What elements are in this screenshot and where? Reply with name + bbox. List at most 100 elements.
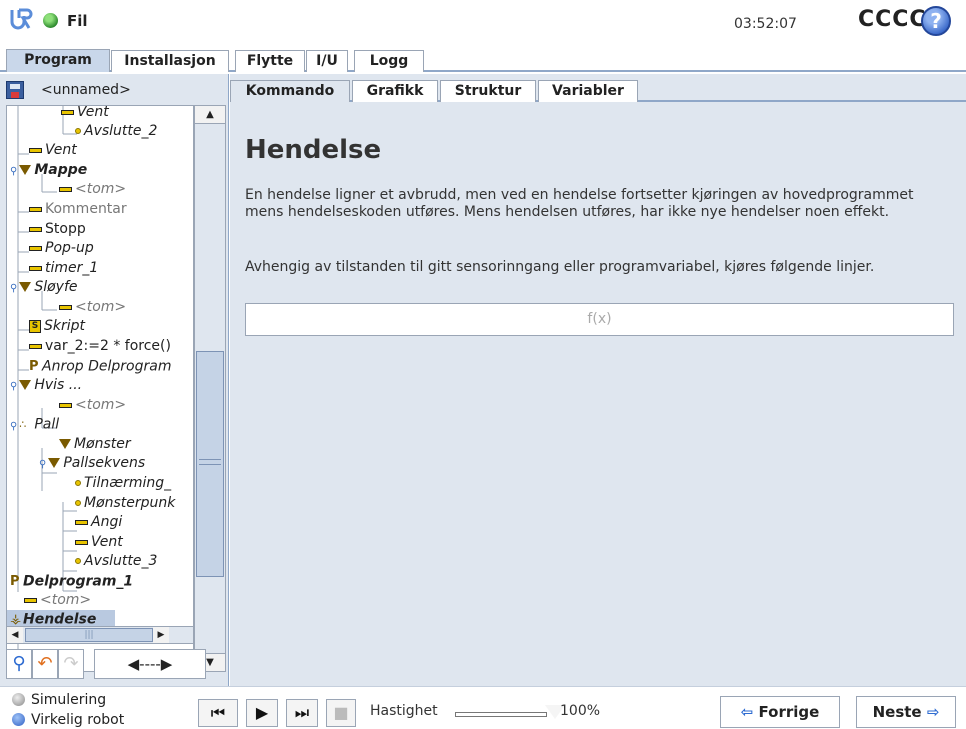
- wait-icon: [29, 147, 42, 153]
- real-robot-option[interactable]: Virkelig robot: [12, 710, 124, 729]
- waypoint-icon: [75, 128, 81, 134]
- tree-node[interactable]: <tom>: [24, 591, 91, 610]
- program-tree-panel: <unnamed> Vent Avslutte_2 Vent ⚲ Mappe <…: [0, 74, 229, 686]
- save-icon[interactable]: [6, 81, 24, 99]
- search-icon[interactable]: ⚲: [6, 649, 32, 679]
- simulation-option[interactable]: Simulering: [12, 690, 106, 710]
- tab-variabler[interactable]: Variabler: [538, 80, 638, 102]
- tree-node[interactable]: <tom>: [59, 180, 126, 199]
- program-header: <unnamed>: [6, 79, 226, 101]
- expand-icon[interactable]: ⚲: [10, 381, 17, 392]
- timer-icon: [29, 265, 42, 271]
- waypoint-icon: [75, 558, 81, 564]
- tab-installasjon[interactable]: Installasjon: [111, 50, 229, 72]
- next-button[interactable]: Neste ⇨: [856, 696, 956, 728]
- comment-icon: [29, 206, 42, 212]
- tree-node[interactable]: ⚲ Hvis ...: [10, 376, 82, 395]
- redo-icon[interactable]: ↷: [58, 649, 84, 679]
- tab-flytte[interactable]: Flytte: [235, 50, 305, 72]
- robot-status-icon: [43, 13, 58, 28]
- radio-off-icon: [12, 693, 25, 706]
- subprogram-call-icon: P: [29, 359, 39, 374]
- tree-node[interactable]: Vent: [29, 141, 77, 160]
- assign-icon: [29, 343, 42, 349]
- scroll-grip: [199, 459, 221, 465]
- tree-node[interactable]: timer_1: [29, 259, 98, 278]
- step-icon[interactable]: ⏭: [286, 699, 318, 727]
- speed-label: Hastighet: [370, 703, 438, 719]
- radio-on-icon: [12, 713, 25, 726]
- folder-icon: [19, 165, 32, 175]
- tab-grafikk[interactable]: Grafikk: [352, 80, 438, 102]
- command-panel: Kommando Grafikk Struktur Variabler Hend…: [230, 74, 966, 686]
- tree-node[interactable]: Angi: [75, 513, 122, 532]
- scroll-right-icon[interactable]: ▶: [153, 627, 169, 643]
- tree-node[interactable]: Mønster: [59, 435, 131, 454]
- skip-to-start-icon[interactable]: ⏮: [198, 699, 238, 727]
- tree-node[interactable]: ⚲ Mappe: [10, 161, 87, 180]
- file-menu[interactable]: Fil: [67, 12, 88, 30]
- tree-node[interactable]: Avslutte_3: [75, 552, 157, 571]
- pallet-icon: ∴: [19, 418, 27, 431]
- undo-icon[interactable]: ↶: [32, 649, 58, 679]
- expand-collapse-icon[interactable]: ◀----▶: [94, 649, 206, 679]
- tree-node[interactable]: ⚲ Sløyfe: [10, 278, 78, 297]
- tree-node[interactable]: ⚲ Pallsekvens: [39, 454, 145, 473]
- tab-program[interactable]: Program: [6, 49, 110, 72]
- tree-node[interactable]: Stopp: [29, 220, 86, 239]
- tab-kommando[interactable]: Kommando: [230, 80, 350, 102]
- wait-icon: [61, 109, 74, 115]
- empty-icon: [59, 304, 72, 310]
- previous-button[interactable]: ⇦ Forrige: [720, 696, 840, 728]
- help-icon[interactable]: ?: [921, 6, 951, 36]
- tree-node[interactable]: Vent: [75, 533, 123, 552]
- script-icon: S: [29, 319, 41, 333]
- empty-icon: [24, 597, 37, 603]
- tree-node[interactable]: P Anrop Delprogram: [29, 357, 171, 376]
- robot-name: CCCC: [858, 7, 927, 32]
- sub-tab-bar: Kommando Grafikk Struktur Variabler: [230, 79, 966, 102]
- top-bar: Fil 03:52:07 CCCC ?: [0, 0, 966, 48]
- tab-struktur[interactable]: Struktur: [440, 80, 536, 102]
- scroll-left-icon[interactable]: ◀: [7, 627, 23, 643]
- stop-icon[interactable]: ■: [326, 699, 356, 727]
- tree-node[interactable]: <tom>: [59, 396, 126, 415]
- expand-icon[interactable]: ⚲: [10, 421, 17, 432]
- expand-icon[interactable]: ⚲: [10, 166, 17, 177]
- if-icon: [19, 380, 32, 390]
- tree-node[interactable]: Pop-up: [29, 239, 94, 258]
- subprogram-icon: P: [10, 574, 20, 589]
- vertical-scroll-thumb[interactable]: [196, 351, 224, 577]
- tree-node[interactable]: ⚲ ∴ Pall: [10, 415, 59, 434]
- tree-node[interactable]: <tom>: [59, 298, 126, 317]
- main-tab-bar: Program Installasjon Flytte I/U Logg: [0, 48, 966, 72]
- tree-node[interactable]: Tilnærming_: [75, 474, 171, 493]
- tree-toolbar: ⚲ ↶ ↷ ◀----▶: [6, 649, 226, 679]
- empty-icon: [59, 186, 72, 192]
- horizontal-scroll-thumb[interactable]: |||: [25, 628, 153, 642]
- program-tree[interactable]: Vent Avslutte_2 Vent ⚲ Mappe <tom> Kommen…: [6, 105, 194, 672]
- play-icon[interactable]: ▶: [246, 699, 278, 727]
- tree-node[interactable]: var_2:=2 * force(): [29, 337, 171, 356]
- tree-node[interactable]: Vent: [61, 106, 109, 122]
- expand-icon[interactable]: ⚲: [10, 283, 17, 294]
- page-title: Hendelse: [245, 135, 382, 165]
- bottom-bar: Simulering Virkelig robot ⏮ ▶ ⏭ ■ Hastig…: [0, 686, 966, 729]
- tree-horizontal-scrollbar[interactable]: ◀ ||| ▶: [6, 626, 194, 644]
- tree-node[interactable]: P Delprogram_1: [10, 572, 133, 591]
- stop-icon: [29, 226, 42, 232]
- expression-input[interactable]: f(x): [245, 303, 954, 336]
- tree-node[interactable]: S Skript: [29, 317, 85, 336]
- expand-icon[interactable]: ⚲: [39, 459, 46, 470]
- tree-node[interactable]: Kommentar: [29, 200, 127, 219]
- speed-slider[interactable]: [455, 712, 547, 717]
- loop-icon: [19, 282, 32, 292]
- description-paragraph: En hendelse ligner et avbrudd, men ved e…: [245, 187, 914, 220]
- tree-node[interactable]: Avslutte_2: [75, 122, 157, 141]
- tab-logg[interactable]: Logg: [354, 50, 424, 72]
- tab-io[interactable]: I/U: [306, 50, 348, 72]
- tree-node[interactable]: Mønsterpunk: [75, 494, 175, 513]
- tree-vertical-scrollbar[interactable]: ▲ ▼: [194, 105, 226, 672]
- scroll-up-icon[interactable]: ▲: [195, 106, 225, 124]
- clock: 03:52:07: [734, 16, 797, 32]
